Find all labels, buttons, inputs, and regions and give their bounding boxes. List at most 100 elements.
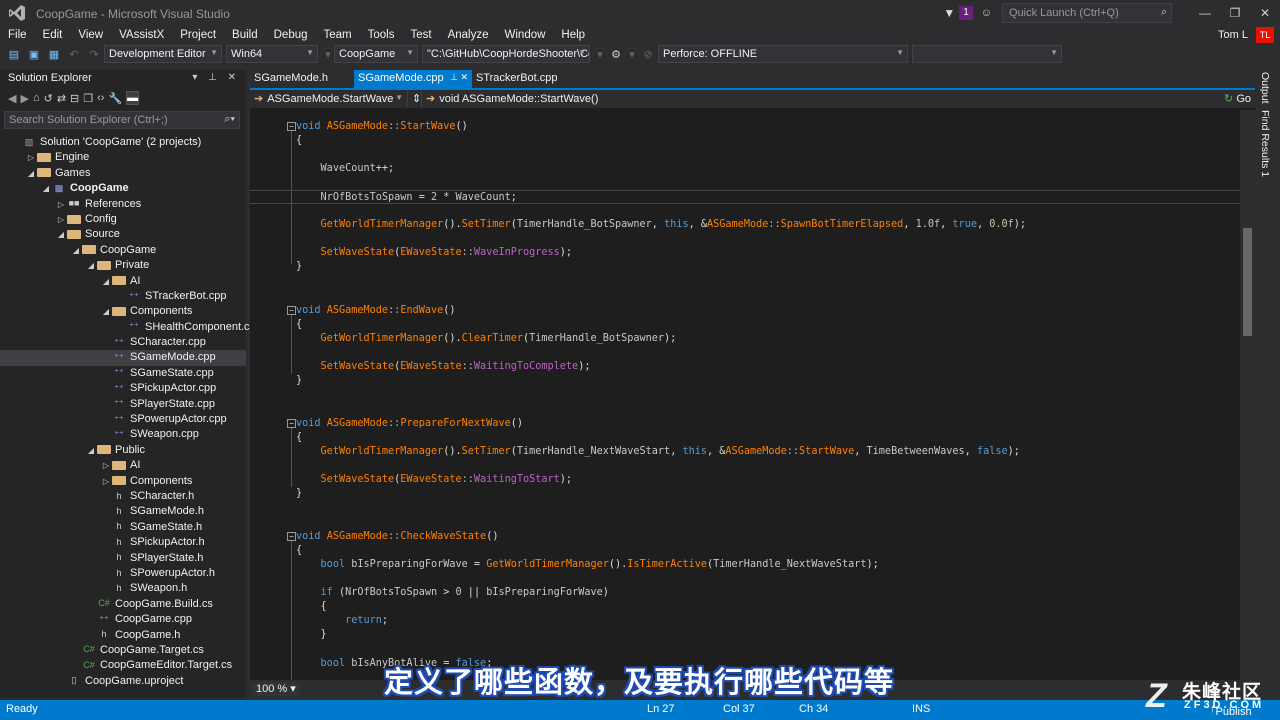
configuration-select[interactable]: Development Editor ▼ (104, 45, 222, 63)
collapsed-arrow-icon[interactable]: ▷ (25, 150, 37, 165)
notification-badge[interactable]: 1 (959, 6, 973, 20)
tree-item[interactable]: ◢ Public (0, 443, 246, 458)
user-name[interactable]: Tom L (1218, 29, 1248, 41)
undo-icon[interactable]: ↶ (64, 48, 84, 61)
tree-item[interactable]: ⁺⁺ SHealthComponent.cpp (0, 320, 262, 335)
scrollbar-thumb[interactable] (1243, 228, 1252, 336)
quick-launch-input[interactable]: Quick Launch (Ctrl+Q) ⌕ (1002, 3, 1172, 23)
avatar[interactable]: TL (1256, 27, 1274, 43)
properties-wrench-icon[interactable]: 🔧 (108, 92, 122, 105)
new-project-icon[interactable]: ▤ (4, 48, 24, 61)
menu-team[interactable]: Team (316, 29, 360, 41)
tree-item[interactable]: ▷ AI (0, 458, 246, 473)
tree-item[interactable]: ⁺⁺ STrackerBot.cpp (0, 289, 246, 304)
menu-analyze[interactable]: Analyze (440, 29, 497, 41)
tree-item[interactable]: ▷ ■■ References (0, 197, 246, 212)
zoom-level-select[interactable]: 100 % ▾ (252, 682, 300, 696)
home-icon[interactable]: ⌂ (33, 92, 40, 104)
code-line[interactable] (250, 642, 1240, 656)
menu-test[interactable]: Test (403, 29, 440, 41)
code-line[interactable]: − void ASGameMode::CheckWaveState() (250, 530, 1240, 544)
collapse-region-icon[interactable]: − (287, 122, 296, 131)
current-code-line[interactable]: NrOfBotsToSpawn = 2 * WaveCount; (250, 190, 1240, 204)
tree-item[interactable]: C# CoopGame.Build.cs (0, 597, 246, 612)
code-line[interactable] (250, 346, 1240, 360)
tree-item[interactable]: h SPowerupActor.h (0, 566, 246, 581)
code-line[interactable]: if (NrOfBotsToSpawn > 0 || bIsPreparingF… (250, 586, 1240, 600)
tree-item[interactable]: ◢ Games (0, 166, 246, 181)
tree-item[interactable]: ⁺⁺ CoopGame.cpp (0, 612, 246, 627)
tree-item[interactable]: h SWeapon.h (0, 581, 246, 596)
collapse-region-icon[interactable]: − (287, 532, 296, 541)
minimize-button[interactable]: — (1190, 6, 1220, 20)
toolbar-overflow-icon[interactable]: ▾ (594, 48, 606, 61)
collapse-region-icon[interactable]: − (287, 306, 296, 315)
tree-item[interactable]: ▧ Solution 'CoopGame' (2 projects) (0, 135, 246, 150)
platform-select[interactable]: Win64 ▼ (226, 45, 318, 63)
code-line[interactable]: } (250, 260, 1240, 274)
expanded-arrow-icon[interactable]: ◢ (85, 443, 97, 458)
code-line[interactable]: − void ASGameMode::EndWave() (250, 304, 1240, 318)
tree-item[interactable]: ▷ Components (0, 474, 246, 489)
code-line[interactable]: } (250, 487, 1240, 501)
tree-item[interactable]: h SGameMode.h (0, 504, 246, 519)
code-line[interactable]: { (250, 431, 1240, 445)
preview-selected-icon[interactable]: ▬ (126, 91, 140, 105)
code-line[interactable]: bool bIsPreparingForWave = GetWorldTimer… (250, 558, 1240, 572)
redo-icon[interactable]: ↷ (84, 48, 104, 61)
tree-item[interactable]: ▷ Config (0, 212, 246, 227)
tree-item[interactable]: ⁺⁺ SWeapon.cpp (0, 427, 246, 442)
save-icon[interactable]: ▣ (24, 48, 44, 61)
feedback-icon[interactable]: ☺ (981, 7, 992, 19)
notification-flag-icon[interactable]: ▼ (943, 6, 955, 20)
tree-item[interactable]: C# CoopGame.Target.cs (0, 643, 246, 658)
expanded-arrow-icon[interactable]: ◢ (100, 304, 112, 319)
view-code-icon[interactable]: ‹› (97, 92, 104, 104)
sync-icon[interactable]: ⇄ (57, 92, 66, 105)
tab-strackerbot-cpp[interactable]: STrackerBot.cpp (472, 70, 562, 88)
close-button[interactable]: ✕ (1250, 6, 1280, 20)
menu-tools[interactable]: Tools (360, 29, 403, 41)
vertical-scrollbar[interactable] (1240, 110, 1255, 680)
code-line[interactable]: SetWaveState(EWaveState::WaitingToComple… (250, 360, 1240, 374)
code-line[interactable]: { (250, 544, 1240, 558)
panel-pin-close-icon[interactable]: ▾ ⊥ ✕ (192, 72, 240, 83)
collapsed-arrow-icon[interactable]: ▷ (55, 212, 67, 227)
code-line[interactable]: GetWorldTimerManager().SetTimer(TimerHan… (250, 218, 1240, 232)
menu-window[interactable]: Window (497, 29, 554, 41)
code-line[interactable]: − void ASGameMode::StartWave() (250, 120, 1240, 134)
code-line[interactable] (250, 572, 1240, 586)
tree-item[interactable]: h SPickupActor.h (0, 535, 246, 550)
tree-item[interactable]: ⁺⁺ SGameMode.cpp (0, 350, 246, 366)
menu-build[interactable]: Build (224, 29, 266, 41)
expanded-arrow-icon[interactable]: ◢ (55, 227, 67, 242)
tree-item[interactable]: ⁺⁺ SPickupActor.cpp (0, 381, 246, 396)
toolbar-overflow-icon[interactable]: ▾ (626, 48, 638, 61)
split-toggle[interactable]: ⇕ (408, 91, 422, 107)
tree-item[interactable]: ⁺⁺ SPlayerState.cpp (0, 397, 246, 412)
code-line[interactable]: GetWorldTimerManager().SetTimer(TimerHan… (250, 445, 1240, 459)
go-button[interactable]: ↻ Go (1220, 90, 1255, 108)
code-line[interactable] (250, 274, 1240, 288)
collapsed-arrow-icon[interactable]: ▷ (55, 197, 67, 212)
collapse-region-icon[interactable]: − (287, 419, 296, 428)
tree-item[interactable]: ▯ CoopGame.uproject (0, 674, 246, 689)
code-line[interactable]: − void ASGameMode::PrepareForNextWave() (250, 417, 1240, 431)
code-line[interactable] (250, 176, 1240, 190)
tab-sgamemode-cpp[interactable]: SGameMode.cpp ⊥ ✕ (354, 70, 472, 88)
code-line[interactable]: { (250, 134, 1240, 148)
back-icon[interactable]: ◀ (8, 92, 16, 105)
menu-debug[interactable]: Debug (266, 29, 316, 41)
menu-file[interactable]: File (0, 29, 35, 41)
expanded-arrow-icon[interactable]: ◢ (100, 274, 112, 289)
history-icon[interactable]: ↺ (44, 92, 53, 105)
tree-item[interactable]: ⁺⁺ SGameState.cpp (0, 366, 246, 381)
tree-item[interactable]: h CoopGame.h (0, 628, 246, 643)
tree-item[interactable]: h SPlayerState.h (0, 551, 246, 566)
tree-item[interactable]: ◢ ▩ CoopGame (0, 181, 246, 196)
code-line[interactable] (250, 288, 1240, 302)
tree-item[interactable]: ⁺⁺ SCharacter.cpp (0, 335, 246, 350)
pin-close-icon[interactable]: ⊥ ✕ (450, 72, 468, 83)
find-results-rail-tab[interactable]: Find Results 1 (1259, 110, 1271, 177)
code-line[interactable] (250, 148, 1240, 162)
